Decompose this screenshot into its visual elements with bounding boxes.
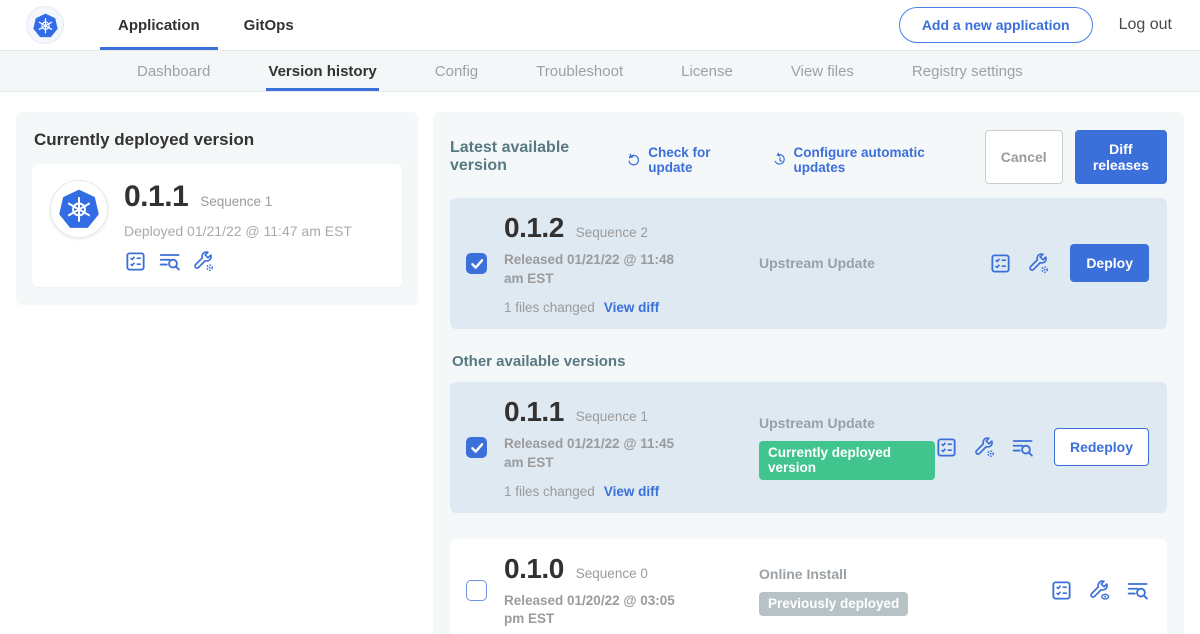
subnav-tab-config[interactable]: Config (435, 51, 478, 91)
config-icon[interactable] (973, 436, 996, 459)
release-notes-icon[interactable] (1050, 579, 1073, 602)
previously-deployed-badge: Previously deployed (759, 592, 908, 616)
subnav-tab-dashboard[interactable]: Dashboard (137, 51, 210, 91)
subnav-tab-registry-settings[interactable]: Registry settings (912, 51, 1023, 91)
version-select-checkbox[interactable] (466, 253, 487, 274)
subnav-tab-config-label: Config (435, 63, 478, 80)
subnav-tab-view-files[interactable]: View files (791, 51, 854, 91)
configure-automatic-updates-link[interactable]: Configure automatic updates (772, 145, 959, 175)
sequence-label: Sequence 0 (576, 566, 648, 581)
subnav-tab-version-history[interactable]: Version history (268, 51, 376, 91)
version-number: 0.1.0 (504, 553, 564, 585)
deploy-logs-icon[interactable] (1011, 436, 1034, 459)
top-navbar: Application GitOps Add a new application… (0, 0, 1200, 50)
deployed-sequence-label: Sequence 1 (200, 194, 272, 209)
version-row-0-1-2: 0.1.2 Sequence 2 Released 01/21/22 @ 11:… (450, 198, 1167, 329)
deploy-logs-icon[interactable] (158, 250, 181, 273)
currently-deployed-title: Currently deployed version (34, 130, 402, 150)
check-for-update-label: Check for update (648, 145, 745, 175)
config-icon[interactable] (192, 250, 215, 273)
check-for-update-link[interactable]: Check for update (626, 145, 745, 175)
app-logo-icon (50, 180, 108, 238)
latest-available-title: Latest available version (450, 139, 610, 175)
diff-releases-button[interactable]: Diff releases (1075, 130, 1167, 184)
version-select-checkbox[interactable] (466, 437, 487, 458)
version-history-panel: Latest available version Check for updat… (433, 112, 1184, 634)
configure-automatic-updates-label: Configure automatic updates (794, 145, 959, 175)
add-new-application-button[interactable]: Add a new application (899, 7, 1093, 43)
version-row-0-1-1: 0.1.1 Sequence 1 Released 01/21/22 @ 11:… (450, 382, 1167, 513)
currently-deployed-panel: Currently deployed version 0.1.1 Sequenc… (16, 112, 418, 305)
sequence-label: Sequence 2 (576, 225, 648, 240)
subnav-tab-license[interactable]: License (681, 51, 733, 91)
released-timestamp: Released 01/20/22 @ 03:05 pm EST (504, 592, 696, 630)
files-changed-label: 1 files changed (504, 484, 595, 499)
version-select-checkbox[interactable] (466, 580, 487, 601)
version-row-0-1-0: 0.1.0 Sequence 0 Released 01/20/22 @ 03:… (450, 539, 1167, 634)
version-source-label: Upstream Update (759, 255, 875, 271)
released-timestamp: Released 01/21/22 @ 11:45 am EST (504, 435, 696, 473)
subnav-tab-troubleshoot[interactable]: Troubleshoot (536, 51, 623, 91)
deployed-timestamp: Deployed 01/21/22 @ 11:47 am EST (124, 223, 352, 239)
tab-application[interactable]: Application (100, 0, 218, 50)
deploy-button[interactable]: Deploy (1070, 244, 1149, 282)
view-diff-link[interactable]: View diff (604, 484, 659, 499)
schedule-icon (772, 151, 788, 169)
version-number: 0.1.1 (504, 396, 564, 428)
config-view-icon[interactable] (1088, 579, 1111, 602)
deployed-version-number: 0.1.1 (124, 180, 188, 214)
app-subnav: Dashboard Version history Config Trouble… (0, 50, 1200, 92)
cancel-button[interactable]: Cancel (985, 130, 1063, 184)
currently-deployed-badge: Currently deployed version (759, 441, 935, 480)
deployed-version-card: 0.1.1 Sequence 1 Deployed 01/21/22 @ 11:… (32, 164, 402, 287)
files-changed-label: 1 files changed (504, 300, 595, 315)
config-icon[interactable] (1027, 252, 1050, 275)
tab-gitops-label: GitOps (244, 17, 294, 34)
deploy-logs-icon[interactable] (1126, 579, 1149, 602)
subnav-tab-registry-settings-label: Registry settings (912, 63, 1023, 80)
view-diff-link[interactable]: View diff (604, 300, 659, 315)
released-timestamp: Released 01/21/22 @ 11:48 am EST (504, 251, 696, 289)
version-source-label: Online Install (759, 566, 847, 582)
other-available-versions-heading: Other available versions (452, 353, 1167, 370)
logout-link[interactable]: Log out (1119, 16, 1172, 34)
release-notes-icon[interactable] (124, 250, 147, 273)
refresh-icon (626, 151, 642, 169)
tab-application-label: Application (118, 17, 200, 34)
subnav-tab-license-label: License (681, 63, 733, 80)
redeploy-button[interactable]: Redeploy (1054, 428, 1149, 466)
app-tabs: Application GitOps (100, 0, 312, 50)
sequence-label: Sequence 1 (576, 409, 648, 424)
subnav-tab-troubleshoot-label: Troubleshoot (536, 63, 623, 80)
version-number: 0.1.2 (504, 212, 564, 244)
kubernetes-logo-icon (26, 6, 64, 44)
release-notes-icon[interactable] (989, 252, 1012, 275)
version-source-label: Upstream Update (759, 415, 875, 431)
subnav-tab-dashboard-label: Dashboard (137, 63, 210, 80)
release-notes-icon[interactable] (935, 436, 958, 459)
tab-gitops[interactable]: GitOps (226, 0, 312, 50)
subnav-tab-view-files-label: View files (791, 63, 854, 80)
subnav-tab-version-history-label: Version history (268, 63, 376, 80)
